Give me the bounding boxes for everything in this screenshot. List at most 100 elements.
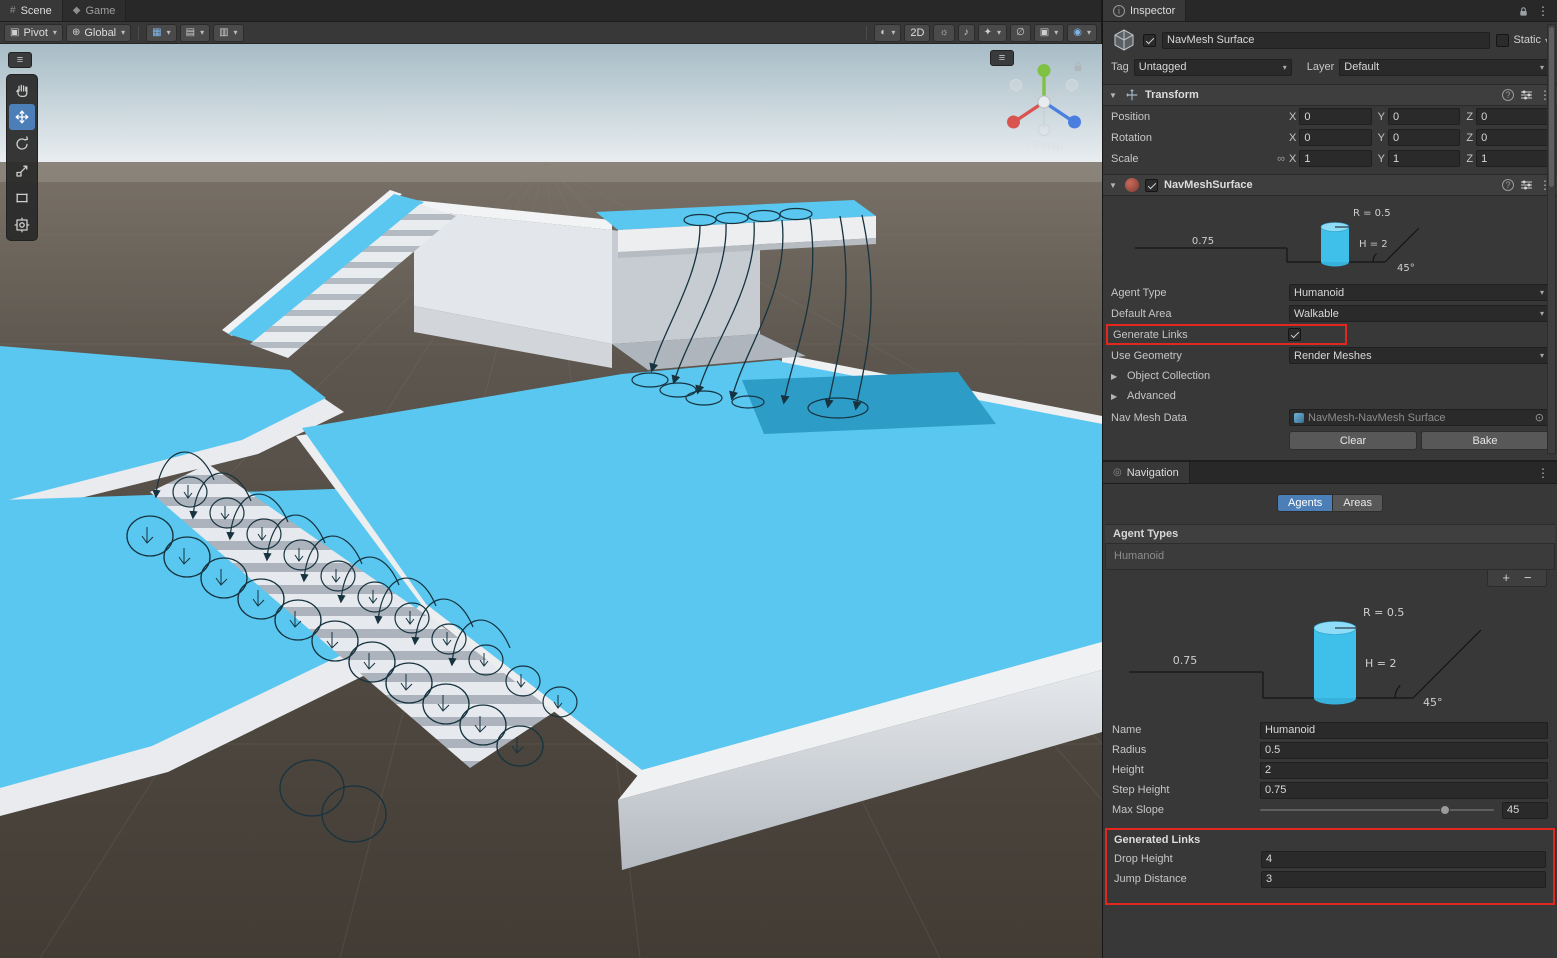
scale-tool-button[interactable] [9, 158, 35, 184]
transform-header[interactable]: ▼ Transform ? ⋮ [1103, 84, 1557, 106]
slider-track[interactable] [1260, 809, 1494, 811]
agent-types-list: Humanoid [1105, 544, 1555, 570]
chevron-down-icon: ▾ [891, 28, 895, 37]
position-x-field[interactable]: 0 [1299, 108, 1371, 125]
preset-icon[interactable] [1520, 89, 1533, 101]
diagram-radius-label: R = 0.5 [1363, 606, 1404, 619]
gizmo-y-axis[interactable] [1038, 64, 1051, 77]
scale-x-field[interactable]: 1 [1299, 150, 1371, 167]
scene-3d-render [0, 44, 1102, 958]
slider-handle[interactable] [1440, 805, 1450, 815]
rotate-tool-button[interactable] [9, 131, 35, 157]
add-agent-button[interactable]: + [1502, 571, 1510, 585]
generate-links-checkbox[interactable] [1288, 328, 1301, 341]
generated-links-header: Generated Links [1107, 832, 1553, 849]
agent-types-title: Agent Types [1113, 528, 1178, 540]
radius-field[interactable]: 0.5 [1260, 742, 1548, 759]
preset-icon[interactable] [1520, 179, 1533, 191]
effects-dropdown[interactable]: ✦ ▾ [978, 24, 1007, 42]
rect-tool-button[interactable] [9, 185, 35, 211]
navigation-menu-icon[interactable]: ⋮ [1537, 466, 1549, 480]
gizmo-neg-y-axis[interactable] [1039, 125, 1050, 136]
list-item[interactable]: Humanoid [1106, 544, 1554, 568]
tab-areas[interactable]: Areas [1332, 494, 1383, 512]
move-tool-button[interactable] [9, 104, 35, 130]
foldout-icon[interactable]: ▼ [1109, 91, 1119, 100]
rotation-z-field[interactable]: 0 [1476, 129, 1549, 146]
tab-game[interactable]: ◆ Game [63, 0, 127, 21]
scene-visibility-toggle[interactable]: ∅ [1010, 24, 1031, 42]
gameobject-active-checkbox[interactable] [1143, 34, 1156, 47]
nav-mesh-data-field[interactable]: NavMesh-NavMesh Surface ⊙ [1289, 409, 1549, 426]
bake-button[interactable]: Bake [1421, 431, 1549, 450]
max-slope-slider[interactable] [1260, 801, 1494, 819]
inspector-menu-icon[interactable]: ⋮ [1537, 4, 1549, 18]
help-icon[interactable]: ? [1502, 89, 1514, 101]
grid-visibility-dropdown[interactable]: ▦ ▾ [146, 24, 176, 42]
move-icon [14, 109, 30, 125]
advanced-foldout[interactable]: ▶ Advanced [1103, 386, 1557, 406]
inspector-scrollbar[interactable] [1547, 24, 1556, 454]
grid-size-dropdown[interactable]: ▥ ▾ [213, 24, 243, 42]
2d-toggle[interactable]: 2D [904, 24, 930, 42]
gameobject-name-field[interactable]: NavMesh Surface [1162, 32, 1490, 49]
transform-tool-button[interactable] [9, 212, 35, 238]
object-collection-foldout[interactable]: ▶ Object Collection [1103, 366, 1557, 386]
gizmo-z-axis[interactable] [1068, 116, 1081, 129]
gizmos-dropdown[interactable]: ◉ ▾ [1067, 24, 1097, 42]
position-y-field[interactable]: 0 [1388, 108, 1460, 125]
scale-z-field[interactable]: 1 [1476, 150, 1549, 167]
step-height-field[interactable]: 0.75 [1260, 782, 1548, 799]
max-slope-field[interactable]: 45 [1502, 802, 1548, 819]
static-checkbox[interactable] [1496, 34, 1509, 47]
scrollbar-thumb[interactable] [1549, 27, 1554, 187]
scene-orientation-gizmo[interactable] [998, 58, 1090, 142]
position-z-field[interactable]: 0 [1476, 108, 1549, 125]
step-height-label: Step Height [1112, 784, 1260, 796]
gizmo-neg-x-axis[interactable] [1067, 80, 1078, 91]
clear-button[interactable]: Clear [1289, 431, 1417, 450]
tab-inspector[interactable]: i Inspector [1103, 0, 1186, 21]
gizmo-x-axis[interactable] [1007, 116, 1020, 129]
remove-agent-button[interactable]: − [1524, 571, 1532, 585]
default-area-dropdown[interactable]: Walkable ▾ [1289, 305, 1549, 322]
navmeshsurface-enabled-checkbox[interactable] [1145, 179, 1158, 192]
foldout-icon: ▶ [1111, 372, 1121, 381]
use-geometry-row: Use Geometry Render Meshes ▾ [1103, 345, 1557, 366]
global-dropdown[interactable]: ⊕ Global ▾ [66, 24, 131, 42]
tab-scene[interactable]: # Scene [0, 0, 63, 21]
rotation-y-field[interactable]: 0 [1388, 129, 1460, 146]
draw-mode-dropdown[interactable]: ◐ ▾ [874, 24, 901, 42]
rotation-row: Rotation X0 Y0 Z0 [1103, 127, 1557, 148]
rotate-icon [14, 136, 30, 152]
foldout-icon[interactable]: ▼ [1109, 181, 1119, 190]
tab-agents[interactable]: Agents [1277, 494, 1332, 512]
help-icon[interactable]: ? [1502, 179, 1514, 191]
audio-toggle[interactable]: ♪ [958, 24, 975, 42]
hand-tool-button[interactable] [9, 77, 35, 103]
rotation-x-field[interactable]: 0 [1299, 129, 1371, 146]
navmeshsurface-header[interactable]: ▼ NavMeshSurface ? ⋮ [1103, 174, 1557, 196]
gizmo-center-cube[interactable] [1038, 96, 1050, 108]
lock-icon[interactable] [1518, 5, 1529, 17]
drop-height-field[interactable]: 4 [1261, 851, 1546, 868]
name-field[interactable]: Humanoid [1260, 722, 1548, 739]
layer-dropdown[interactable]: Default ▾ [1339, 59, 1549, 76]
view-options-menu[interactable]: ≡ [8, 52, 32, 68]
lighting-toggle[interactable]: ☼ [933, 24, 954, 42]
constrain-proportions-icon[interactable]: ∞ [1273, 153, 1289, 165]
pivot-dropdown[interactable]: ▣ Pivot ▾ [4, 24, 63, 42]
jump-distance-field[interactable]: 3 [1261, 871, 1546, 888]
scene-viewport[interactable]: ≡ [0, 44, 1102, 958]
gizmo-neg-z-axis[interactable] [1011, 80, 1022, 91]
snap-toggle-dropdown[interactable]: ▤ ▾ [180, 24, 210, 42]
height-field[interactable]: 2 [1260, 762, 1548, 779]
agent-type-dropdown[interactable]: Humanoid ▾ [1289, 284, 1549, 301]
camera-dropdown[interactable]: ▣ ▾ [1034, 24, 1064, 42]
use-geometry-dropdown[interactable]: Render Meshes ▾ [1289, 347, 1549, 364]
tag-dropdown[interactable]: Untagged ▾ [1134, 59, 1292, 76]
object-picker-icon[interactable]: ⊙ [1535, 411, 1544, 424]
scale-y-field[interactable]: 1 [1388, 150, 1460, 167]
perspective-toggle[interactable]: ‹ Persp [1000, 140, 1090, 152]
tab-navigation[interactable]: ◎ Navigation [1103, 462, 1190, 483]
